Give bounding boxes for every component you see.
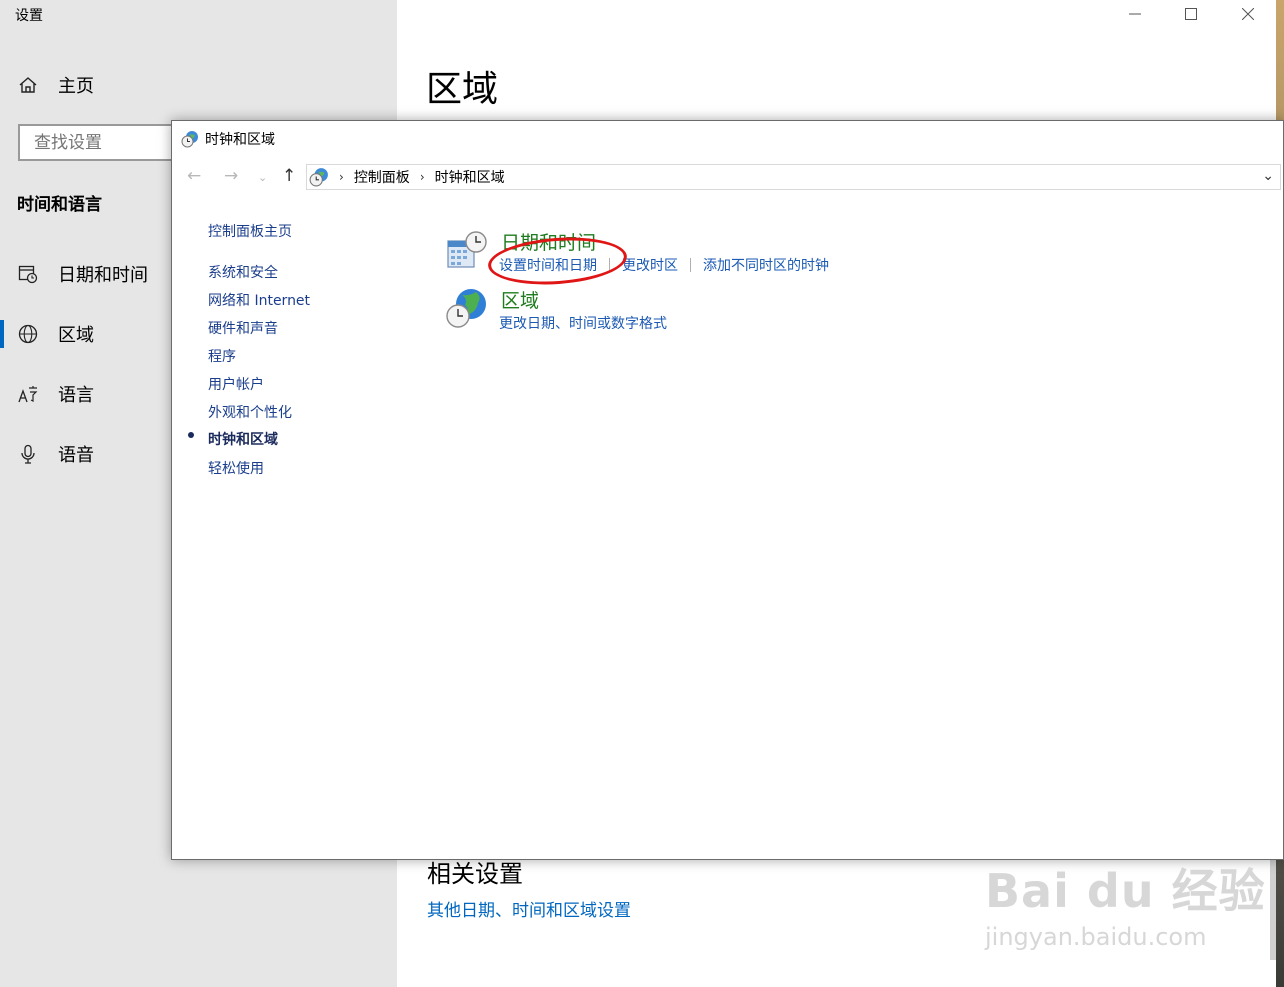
sidebar-item-label: 日期和时间 <box>58 265 148 286</box>
control-panel-window: 时钟和区域 ← → ⌄ ↑ › 控制面板 › 时钟和区域 ⌄ 控制面板主页 系统… <box>171 120 1284 860</box>
control-panel-titlebar[interactable]: 时钟和区域 <box>172 121 1283 157</box>
chevron-right-icon[interactable]: › <box>420 170 425 184</box>
section-heading: 时间和语言 <box>17 195 102 215</box>
globe-icon <box>18 324 38 344</box>
clock-globe-icon <box>181 131 198 148</box>
category-title-date-time[interactable]: 日期和时间 <box>501 228 596 255</box>
date-time-icon <box>447 231 487 268</box>
category-links-region: 更改日期、时间或数字格式 <box>499 313 667 333</box>
sidebar-item-language[interactable]: 语言 <box>18 374 94 414</box>
control-panel-icon <box>309 168 328 187</box>
close-icon <box>1242 8 1254 20</box>
link-separator <box>609 258 610 272</box>
cp-nav-clock-region[interactable]: 时钟和区域 <box>208 429 278 449</box>
nav-home-label: 主页 <box>58 76 94 97</box>
related-settings-link[interactable]: 其他日期、时间和区域设置 <box>427 896 631 921</box>
address-bar[interactable]: › 控制面板 › 时钟和区域 ⌄ <box>306 164 1281 190</box>
change-time-zone-link[interactable]: 更改时区 <box>622 255 678 275</box>
category-title-region[interactable]: 区域 <box>501 286 539 313</box>
minimize-button[interactable] <box>1112 2 1158 26</box>
back-arrow-icon[interactable]: ← <box>187 166 201 186</box>
microphone-icon <box>21 444 35 464</box>
sidebar-item-speech[interactable]: 语音 <box>18 434 94 474</box>
control-panel-title: 时钟和区域 <box>205 132 275 148</box>
sidebar-item-region[interactable]: 区域 <box>18 314 94 354</box>
cp-nav-user-accounts[interactable]: 用户帐户 <box>208 374 264 394</box>
selected-indicator <box>0 320 4 348</box>
maximize-button[interactable] <box>1168 2 1214 26</box>
category-links-date-time: 设置时间和日期 更改时区 添加不同时区的时钟 <box>499 255 829 275</box>
cp-nav-programs[interactable]: 程序 <box>208 346 236 366</box>
breadcrumb-clock-region[interactable]: 时钟和区域 <box>435 167 505 187</box>
sidebar-item-label: 区域 <box>58 325 94 346</box>
change-formats-link[interactable]: 更改日期、时间或数字格式 <box>499 313 667 333</box>
nav-home[interactable]: 主页 <box>18 72 94 98</box>
add-clocks-link[interactable]: 添加不同时区的时钟 <box>703 255 829 275</box>
cp-nav-system-security[interactable]: 系统和安全 <box>208 262 278 282</box>
language-icon <box>18 386 38 403</box>
settings-window-title: 设置 <box>15 8 43 24</box>
page-title: 区域 <box>426 69 499 110</box>
active-bullet <box>188 432 194 438</box>
set-time-date-link[interactable]: 设置时间和日期 <box>499 255 597 275</box>
minimize-icon <box>1129 13 1141 15</box>
forward-arrow-icon[interactable]: → <box>224 166 238 186</box>
cp-nav-home[interactable]: 控制面板主页 <box>208 221 292 241</box>
cp-nav-ease-of-access[interactable]: 轻松使用 <box>208 458 264 478</box>
cp-nav-hardware-sound[interactable]: 硬件和声音 <box>208 318 278 338</box>
home-icon <box>19 77 37 93</box>
chevron-right-icon[interactable]: › <box>339 170 344 184</box>
link-separator <box>690 258 691 272</box>
sidebar-item-label: 语言 <box>58 385 94 406</box>
calendar-clock-icon <box>18 265 38 284</box>
region-globe-icon <box>446 289 486 328</box>
close-button[interactable] <box>1225 2 1271 26</box>
recent-dropdown-icon[interactable]: ⌄ <box>258 171 267 184</box>
chevron-down-icon[interactable]: ⌄ <box>1262 168 1274 184</box>
maximize-icon <box>1185 8 1197 20</box>
cp-nav-network-internet[interactable]: 网络和 Internet <box>208 290 310 310</box>
up-arrow-icon[interactable]: ↑ <box>282 166 296 186</box>
breadcrumb-control-panel[interactable]: 控制面板 <box>354 167 410 187</box>
sidebar-item-label: 语音 <box>58 445 94 466</box>
sidebar-item-date-time[interactable]: 日期和时间 <box>18 254 148 294</box>
cp-nav-appearance[interactable]: 外观和个性化 <box>208 402 292 422</box>
navigation-bar: ← → ⌄ ↑ › 控制面板 › 时钟和区域 ⌄ <box>172 163 1283 193</box>
